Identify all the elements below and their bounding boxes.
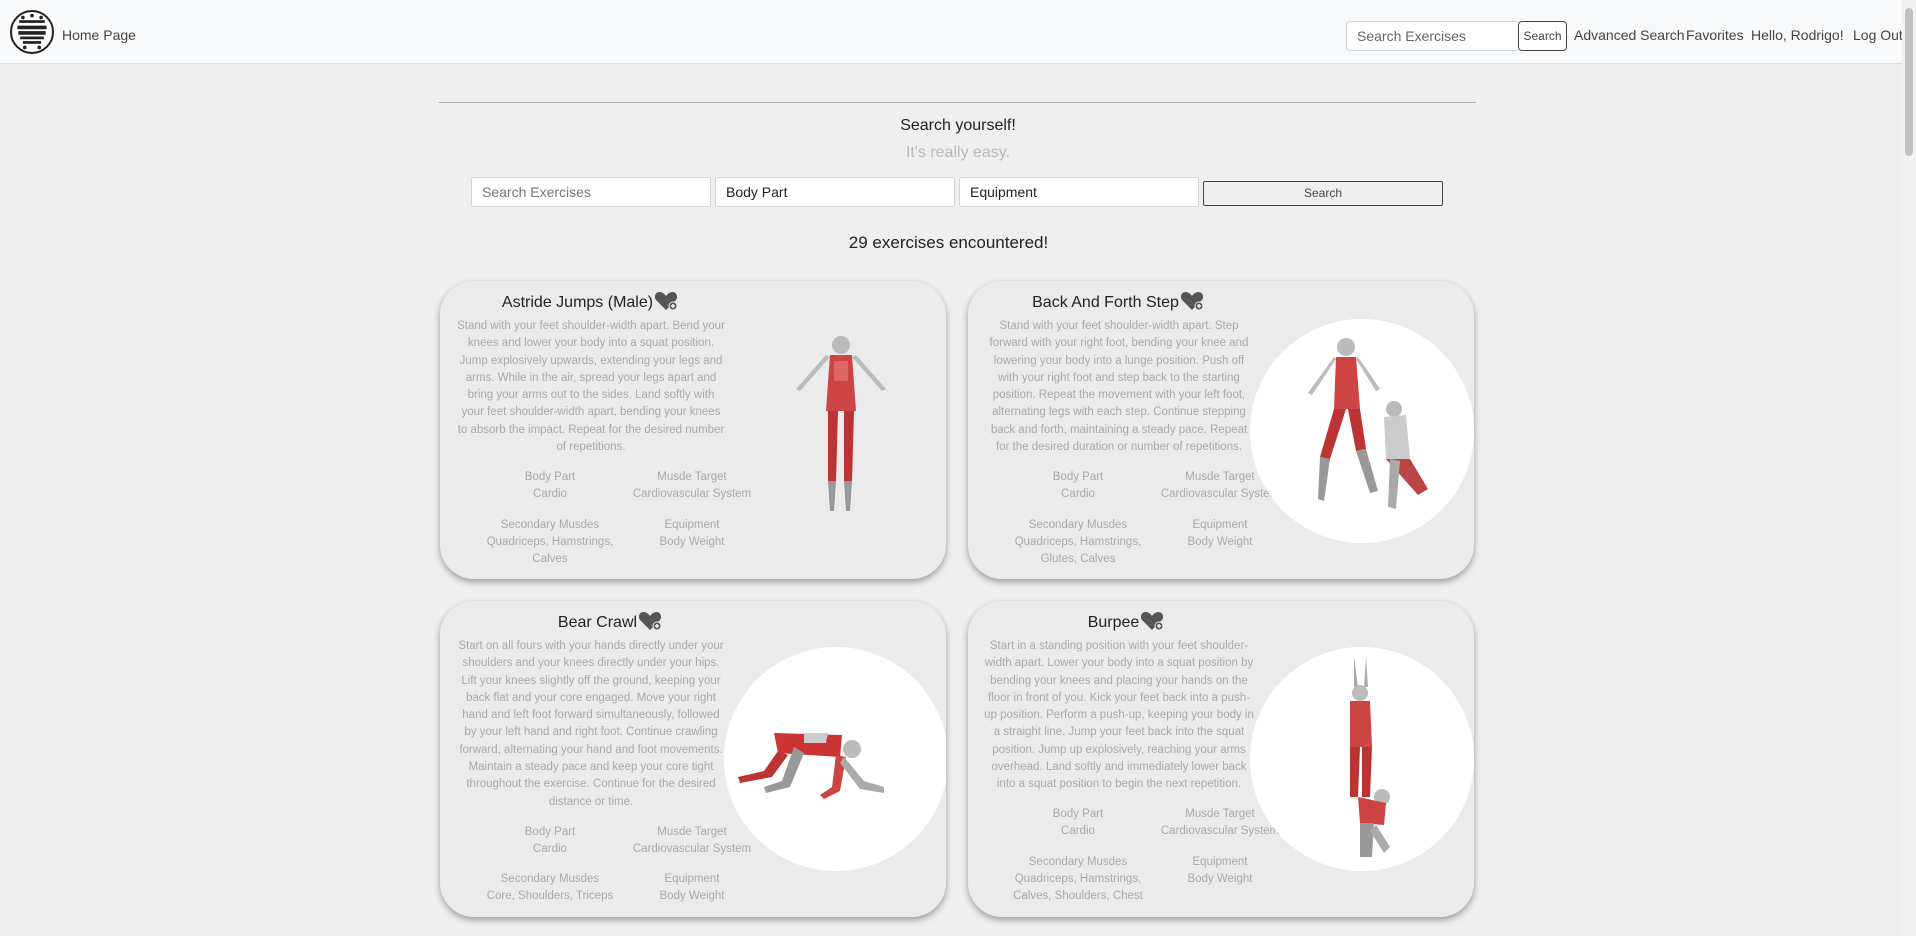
meta-value: Body Weight — [1187, 536, 1253, 548]
meta-label: Equipment — [1192, 856, 1248, 868]
meta-label: Body Part — [1052, 471, 1104, 483]
exercise-description: Start on all fours with your hands direc… — [458, 640, 724, 808]
body-part-meta: Body Part Cardio — [1008, 806, 1148, 840]
secondary-muscles-meta: Secondary Musdes Core, Shoulders, Triceps — [480, 871, 620, 905]
navbar: Home Page Search Exercises Search Advanc… — [0, 0, 1916, 64]
exercise-name: Astride Jumps (Male) — [501, 294, 654, 311]
exercise-illustration — [724, 647, 946, 871]
exercise-description: Start in a standing position with your f… — [984, 640, 1254, 791]
meta-value: Cardiovascular System — [632, 488, 752, 500]
meta-value: Cardiovascular System — [632, 843, 752, 855]
meta-label: Musde Target — [657, 826, 727, 838]
exercise-search-input[interactable]: Search Exercises — [471, 177, 711, 207]
body-part-meta: Body Part Cardio — [480, 469, 620, 503]
nav-search-input[interactable]: Search Exercises — [1346, 21, 1518, 51]
card-title-row: Burpee — [976, 611, 1276, 632]
exercise-card[interactable]: Astride Jumps (Male) Stand with your fee… — [440, 281, 946, 579]
meta-label: Equipment — [1192, 519, 1248, 531]
logo-icon[interactable] — [10, 10, 54, 54]
home-link[interactable]: Home Page — [62, 27, 136, 43]
exercise-description: Stand with your feet shoulder-width apar… — [457, 320, 725, 454]
equipment-select[interactable]: Equipment — [959, 177, 1199, 207]
scrollbar-thumb[interactable] — [1905, 8, 1913, 156]
meta-value: Core, Shoulders, Triceps — [486, 890, 614, 902]
exercise-card[interactable]: Back And Forth Step Stand with your feet… — [968, 281, 1474, 579]
divider — [439, 102, 1476, 103]
advanced-search-link[interactable]: Advanced Search — [1574, 27, 1685, 43]
meta-label: Equipment — [664, 873, 720, 885]
favorite-heart-icon[interactable] — [638, 611, 662, 631]
exercise-name: Bear Crawl — [557, 614, 638, 631]
meta-value: Quadriceps, Hamstrings, Calves, Shoulder… — [1013, 873, 1143, 902]
meta-value: Body Weight — [659, 536, 725, 548]
meta-label: Secondary Musdes — [500, 873, 600, 885]
meta-value: Cardio — [1061, 825, 1095, 837]
logout-link[interactable]: Log Out — [1853, 27, 1903, 43]
meta-value: Body Weight — [1187, 873, 1253, 885]
equipment-meta: Equipment Body Weight — [622, 517, 762, 551]
results-count: 29 exercises encountered! — [848, 233, 1049, 252]
meta-label: Body Part — [1052, 808, 1104, 820]
favorites-link[interactable]: Favorites — [1686, 27, 1744, 43]
secondary-muscles-meta: Secondary Musdes Quadriceps, Hamstrings, … — [480, 517, 620, 568]
secondary-muscles-meta: Secondary Musdes Quadriceps, Hamstrings, … — [1008, 854, 1148, 905]
filter-search-button[interactable]: Search — [1203, 181, 1443, 206]
page-scrollbar[interactable] — [1902, 0, 1916, 936]
meta-value: Quadriceps, Hamstrings, Glutes, Calves — [1014, 536, 1142, 565]
meta-value: Cardio — [1061, 488, 1095, 500]
meta-value: Body Weight — [659, 890, 725, 902]
body-part-select[interactable]: Body Part — [715, 177, 955, 207]
meta-label: Body Part — [524, 826, 576, 838]
meta-value: Cardiovascular System — [1160, 825, 1280, 837]
body-part-meta: Body Part Cardio — [1008, 469, 1148, 503]
equipment-meta: Equipment Body Weight — [1150, 854, 1290, 888]
meta-label: Secondary Musdes — [1028, 856, 1128, 868]
exercise-card[interactable]: Bear Crawl Start on all fours with your … — [440, 601, 946, 917]
exercise-illustration — [1250, 319, 1474, 543]
nav-search-button[interactable]: Search — [1518, 21, 1567, 51]
muscle-target-meta: Musde Target Cardiovascular System — [622, 824, 762, 858]
meta-label: Equipment — [664, 519, 720, 531]
exercise-name: Burpee — [1087, 614, 1140, 631]
card-title-row: Back And Forth Step — [968, 291, 1268, 312]
meta-value: Quadriceps, Hamstrings, Calves — [486, 536, 614, 565]
favorite-heart-icon[interactable] — [654, 291, 678, 311]
meta-value: Cardio — [533, 843, 567, 855]
meta-label: Secondary Musdes — [1028, 519, 1128, 531]
meta-label: Body Part — [524, 471, 576, 483]
meta-value: Cardio — [533, 488, 567, 500]
card-title-row: Bear Crawl — [460, 611, 760, 632]
muscle-target-meta: Musde Target Cardiovascular System — [622, 469, 762, 503]
exercise-description: Stand with your feet shoulder-width apar… — [989, 320, 1249, 454]
body-part-meta: Body Part Cardio — [480, 824, 620, 858]
exercise-illustration — [1250, 647, 1474, 871]
equipment-meta: Equipment Body Weight — [1150, 517, 1290, 551]
hero-subtitle: It's really easy. — [905, 144, 1011, 161]
secondary-muscles-meta: Secondary Musdes Quadriceps, Hamstrings, … — [1008, 517, 1148, 568]
favorite-heart-icon[interactable] — [1140, 611, 1164, 631]
equipment-meta: Equipment Body Weight — [622, 871, 762, 905]
hero-title: Search yourself! — [900, 117, 1016, 134]
exercise-card[interactable]: Burpee Start in a standing position with… — [968, 601, 1474, 917]
card-title-row: Astride Jumps (Male) — [440, 291, 740, 312]
exercise-illustration — [730, 311, 946, 533]
favorite-heart-icon[interactable] — [1180, 291, 1204, 311]
meta-label: Secondary Musdes — [500, 519, 600, 531]
user-greeting[interactable]: Hello, Rodrigo! — [1751, 27, 1844, 43]
exercise-name: Back And Forth Step — [1032, 294, 1179, 311]
